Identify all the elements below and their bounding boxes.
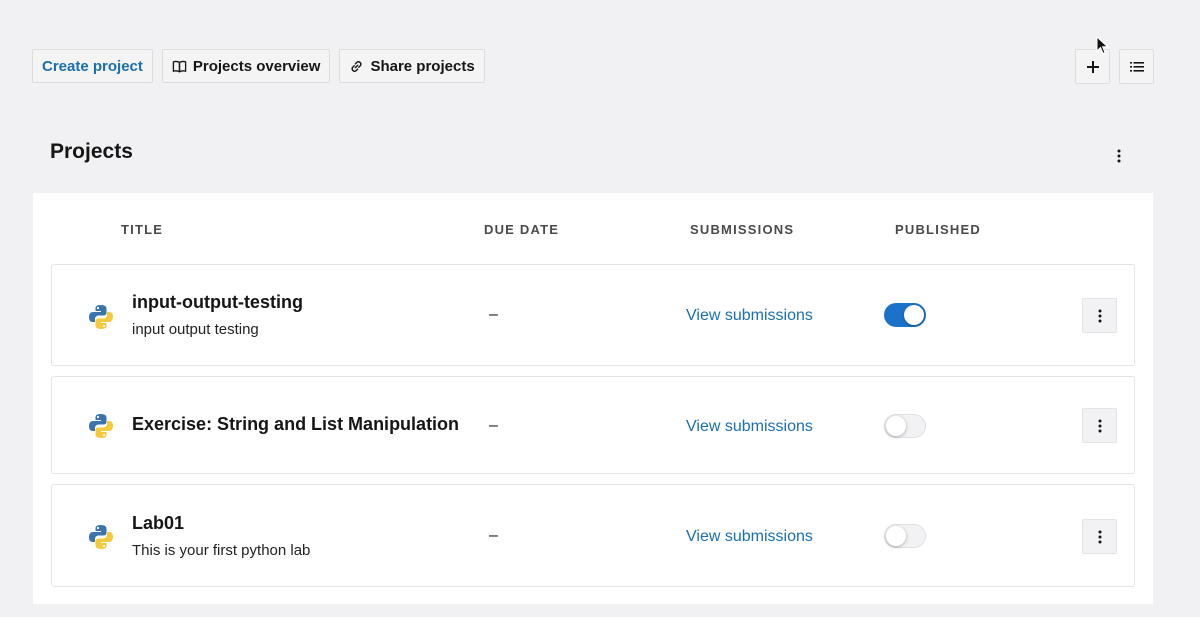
project-title[interactable]: input-output-testing	[132, 292, 303, 313]
table-row: Exercise: String and List Manipulation –…	[51, 376, 1135, 474]
row-more-button[interactable]	[1082, 298, 1117, 333]
plus-icon	[1086, 60, 1099, 73]
list-view-button[interactable]	[1119, 49, 1154, 84]
published-toggle[interactable]	[884, 303, 926, 327]
project-title[interactable]: Lab01	[132, 513, 184, 534]
toggle-knob	[886, 526, 906, 546]
table-row: Lab01 This is your first python lab – Vi…	[51, 484, 1135, 587]
row-more-button[interactable]	[1082, 519, 1117, 554]
toolbar: Create project Projects overview Share p…	[32, 49, 485, 83]
book-icon	[172, 60, 187, 73]
project-description: This is your first python lab	[132, 542, 311, 559]
share-projects-button[interactable]: Share projects	[339, 49, 485, 83]
kebab-menu-icon	[1098, 309, 1101, 322]
view-submissions-link[interactable]: View submissions	[686, 418, 813, 436]
projects-overview-label: Projects overview	[192, 57, 321, 75]
project-title[interactable]: Exercise: String and List Manipulation	[132, 414, 459, 435]
due-date: –	[489, 417, 498, 434]
share-projects-label: Share projects	[370, 57, 475, 75]
toggle-knob	[904, 305, 924, 325]
header-submissions: SUBMISSIONS	[690, 222, 795, 237]
list-view-icon	[1129, 61, 1144, 72]
kebab-menu-icon	[1098, 419, 1101, 432]
view-submissions-link[interactable]: View submissions	[686, 307, 813, 325]
projects-overview-button[interactable]: Projects overview	[161, 49, 331, 83]
header-due-date: DUE DATE	[484, 222, 560, 237]
create-project-button[interactable]: Create project	[32, 49, 153, 83]
due-date: –	[489, 306, 498, 323]
create-project-label: Create project	[42, 57, 143, 75]
kebab-menu-icon	[1098, 530, 1101, 543]
page-title: Projects	[50, 140, 133, 163]
header-title: TITLE	[121, 222, 164, 237]
kebab-menu-icon	[1117, 149, 1121, 163]
view-submissions-link[interactable]: View submissions	[686, 528, 813, 546]
python-icon	[89, 305, 113, 329]
python-icon	[89, 525, 113, 549]
projects-table: TITLE DUE DATE SUBMISSIONS PUBLISHED inp…	[33, 193, 1153, 604]
right-tools	[1075, 49, 1154, 84]
mouse-cursor-icon	[1096, 36, 1109, 55]
python-icon	[89, 414, 113, 438]
table-row: input-output-testing input output testin…	[51, 264, 1135, 366]
row-more-button[interactable]	[1082, 408, 1117, 443]
link-icon	[351, 60, 362, 72]
project-description: input output testing	[132, 321, 259, 338]
header-published: PUBLISHED	[895, 222, 981, 237]
projects-more-button[interactable]	[1108, 146, 1130, 166]
toggle-knob	[886, 416, 906, 436]
published-toggle[interactable]	[884, 414, 926, 438]
due-date: –	[489, 527, 498, 544]
published-toggle[interactable]	[884, 524, 926, 548]
